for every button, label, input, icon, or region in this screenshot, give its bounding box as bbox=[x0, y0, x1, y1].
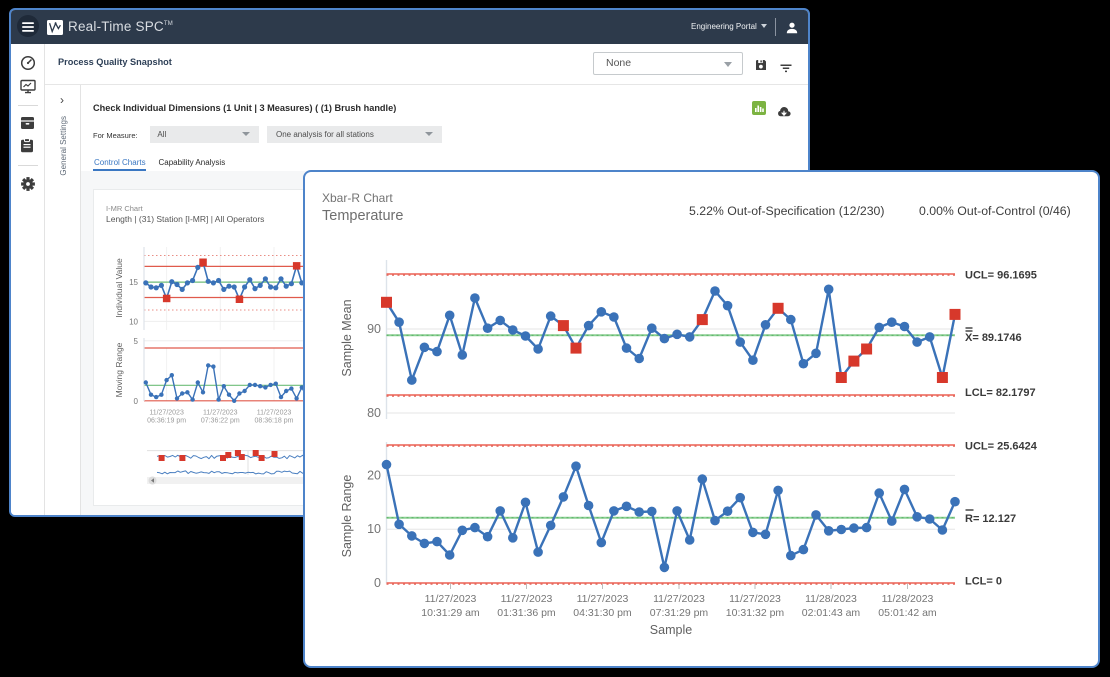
svg-text:04:31:30 pm: 04:31:30 pm bbox=[573, 607, 632, 619]
svg-text:07:31:29 pm: 07:31:29 pm bbox=[650, 607, 709, 619]
svg-text:R= 12.127: R= 12.127 bbox=[965, 513, 1016, 525]
svg-text:07:36:22 pm: 07:36:22 pm bbox=[201, 417, 240, 424]
svg-text:Sample Range: Sample Range bbox=[340, 475, 354, 558]
svg-text:01:31:36 pm: 01:31:36 pm bbox=[497, 607, 556, 619]
svg-text:11/27/2023: 11/27/2023 bbox=[653, 593, 705, 605]
svg-text:Sample: Sample bbox=[650, 623, 692, 637]
svg-text:02:01:43 am: 02:01:43 am bbox=[802, 607, 861, 619]
svg-text:X= 89.1746: X= 89.1746 bbox=[965, 332, 1022, 344]
svg-text:11/27/2023: 11/27/2023 bbox=[577, 593, 629, 605]
svg-text:11/27/2023: 11/27/2023 bbox=[149, 409, 184, 416]
svg-text:11/27/2023: 11/27/2023 bbox=[203, 409, 238, 416]
svg-text:05:01:42 am: 05:01:42 am bbox=[878, 607, 937, 619]
svg-text:Sample Mean: Sample Mean bbox=[340, 299, 354, 376]
svg-text:15: 15 bbox=[129, 278, 138, 287]
svg-text:11/27/2023: 11/27/2023 bbox=[425, 593, 477, 605]
svg-text:LCL= 82.1797: LCL= 82.1797 bbox=[965, 387, 1036, 399]
svg-text:08:36:18 pm: 08:36:18 pm bbox=[254, 417, 293, 424]
svg-text:Moving Range: Moving Range bbox=[114, 342, 124, 397]
svg-text:10: 10 bbox=[129, 317, 138, 326]
svg-text:10:31:32 pm: 10:31:32 pm bbox=[726, 607, 785, 619]
svg-text:UCL= 25.6424: UCL= 25.6424 bbox=[965, 441, 1038, 453]
svg-text:11/27/2023: 11/27/2023 bbox=[501, 593, 553, 605]
svg-text:10: 10 bbox=[367, 522, 381, 536]
svg-text:Individual Value: Individual Value bbox=[114, 258, 124, 318]
svg-text:0: 0 bbox=[133, 396, 138, 405]
svg-text:11/27/2023: 11/27/2023 bbox=[729, 593, 781, 605]
svg-text:11/28/2023: 11/28/2023 bbox=[805, 593, 857, 605]
svg-text:UCL= 96.1695: UCL= 96.1695 bbox=[965, 270, 1037, 282]
svg-text:20: 20 bbox=[367, 468, 381, 482]
svg-text:10:31:29 am: 10:31:29 am bbox=[421, 607, 480, 619]
svg-text:11/28/2023: 11/28/2023 bbox=[882, 593, 934, 605]
svg-text:5: 5 bbox=[133, 336, 138, 345]
svg-text:11/27/2023: 11/27/2023 bbox=[256, 409, 291, 416]
svg-text:06:36:19 pm: 06:36:19 pm bbox=[147, 417, 186, 424]
svg-text:LCL= 0: LCL= 0 bbox=[965, 576, 1002, 588]
svg-text:80: 80 bbox=[367, 406, 381, 420]
svg-text:0: 0 bbox=[374, 576, 381, 590]
svg-text:90: 90 bbox=[367, 322, 381, 336]
